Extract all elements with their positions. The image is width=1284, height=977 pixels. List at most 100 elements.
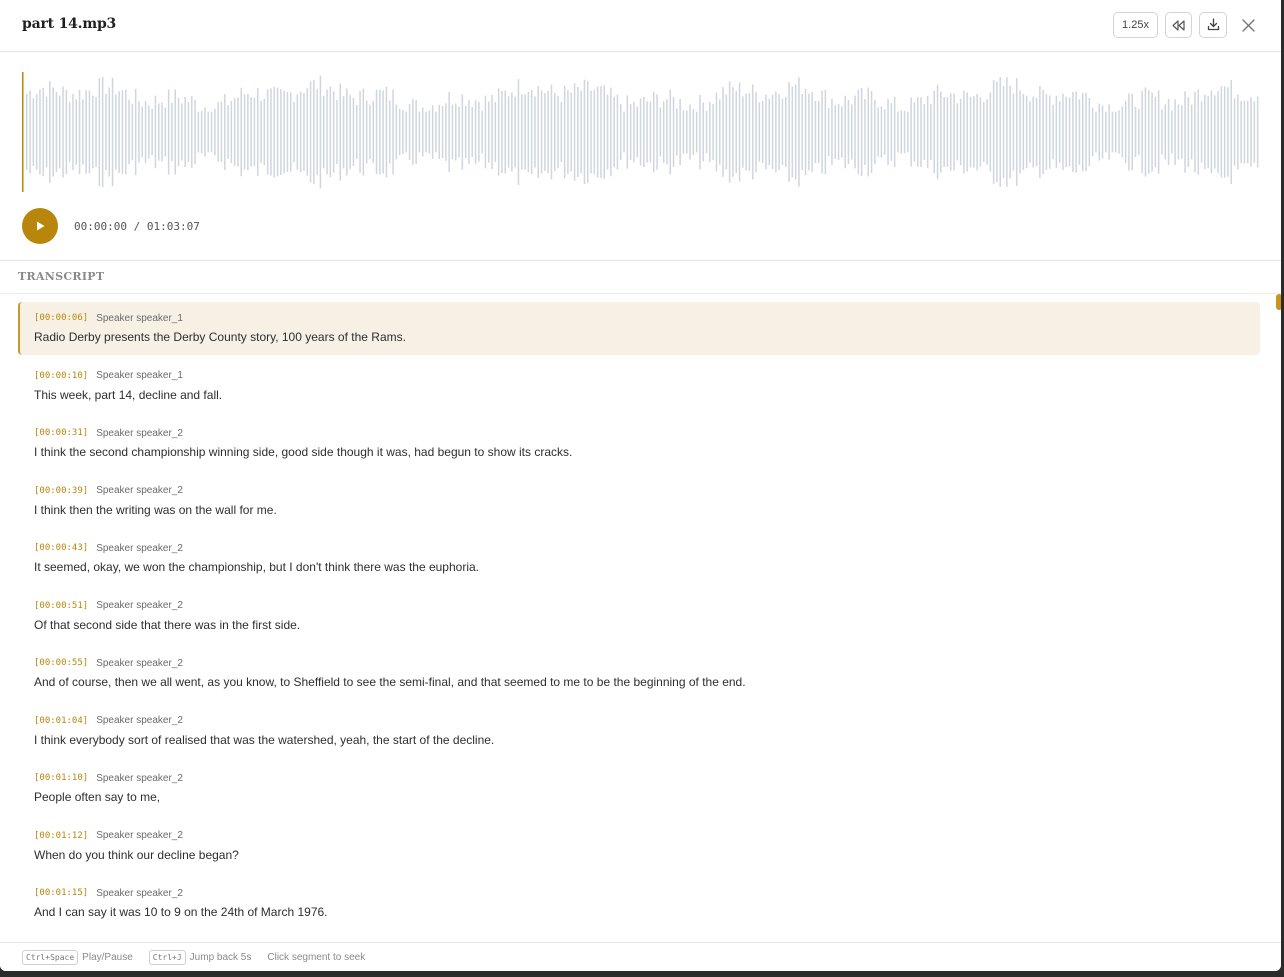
waveform-bar [323,95,325,169]
waveform-bar [557,95,559,169]
scrollbar-thumb[interactable] [1276,294,1281,310]
playhead-cursor[interactable] [22,72,24,192]
waveform-bar [517,79,520,185]
waveform-bar [115,94,117,170]
close-button[interactable] [1236,14,1260,38]
waveform-bar [973,96,975,168]
waveform-bar [257,87,259,177]
waveform-bar [220,101,223,163]
player-section: 00:00:00 / 01:03:07 [0,52,1281,261]
waveform-bar [296,94,299,170]
waveform-bar [306,88,308,176]
waveform-bar [319,75,322,189]
play-shortcut-key: Ctrl+Space [22,949,79,965]
waveform-bar [775,91,777,173]
time-readout: 00:00:00 / 01:03:07 [74,220,200,233]
waveform-bar [514,96,516,168]
waveform-bar [174,89,176,175]
transcript-segment[interactable]: [00:00:39] Speaker speaker_2 I think then … [18,475,1260,528]
waveform-bar [372,101,374,163]
waveform-bar [365,100,368,164]
waveform-bar [1111,111,1114,153]
waveform-bar [953,93,955,171]
transcript-segment[interactable]: [00:00:55] Speaker speaker_2 And of course… [18,647,1260,700]
rewind-button[interactable] [1165,12,1192,38]
play-button[interactable] [22,208,58,244]
waveform-bar [280,88,282,176]
transcript-segment[interactable]: [00:00:43] Speaker speaker_2 It seemed, ok… [18,532,1260,585]
waveform-bar [1207,95,1209,169]
transcript-segment[interactable]: [00:01:15] Speaker speaker_2 And I can say… [18,877,1260,930]
waveform-bar [237,97,239,167]
waveform-bar [732,87,734,177]
waveform-bar [243,94,246,170]
waveform-bar [735,91,737,173]
waveform-bar [676,108,678,156]
waveform-bar [959,98,962,166]
waveform-bar [230,101,233,164]
waveform-bar [666,99,668,165]
waveform-bar [1068,97,1071,167]
transcript-segment[interactable]: [00:00:51] Speaker speaker_2 Of that secon… [18,590,1260,643]
waveform-bar [550,84,553,180]
waveform-bar [39,89,41,175]
waveform-bar [923,104,926,160]
transcript-segment[interactable]: [00:00:10] Speaker speaker_1 This week, pa… [18,360,1260,413]
waveform-bar [785,97,787,167]
waveform-bar [672,97,675,167]
waveform-bar [930,103,932,161]
waveform-bar [369,104,371,160]
transcript-segment[interactable]: [00:01:04] Speaker speaker_2 I think every… [18,705,1260,758]
waveform-bar [1190,104,1193,160]
waveform-bar [55,92,58,172]
segment-timestamp: [00:00:39] [34,485,89,496]
waveform-bar [359,91,361,173]
waveform-bar [227,105,229,159]
close-icon [1241,17,1255,36]
waveform-bar [983,101,985,163]
waveform-bar [745,93,747,171]
waveform-bar [1230,80,1232,184]
waveform-bar [801,93,803,170]
waveform-bar [382,90,384,174]
transcript-segment[interactable]: [00:01:10] Speaker speaker_2 People often … [18,762,1260,815]
waveform-bar [445,103,447,161]
segment-meta: [00:00:43] Speaker speaker_2 [34,541,1260,555]
segment-timestamp: [00:00:51] [34,600,89,611]
waveform-bar [1210,90,1213,174]
waveform-bar [428,110,431,154]
waveform-bar [913,102,916,162]
waveform-bar [32,98,35,166]
waveform-bar [151,108,153,156]
waveform-bar [273,86,275,178]
playback-speed-button[interactable]: 1.25x [1113,12,1158,38]
waveform-bar [629,104,632,160]
waveform-bar [725,94,728,170]
waveform-bar [101,76,104,188]
waveform-bar [689,104,691,160]
waveform-bar [834,104,836,159]
transcript-segment[interactable]: [00:00:31] Speaker speaker_2 I think the s… [18,417,1260,470]
waveform-bar [999,77,1001,187]
waveform-bar [464,105,467,159]
segment-meta: [00:00:39] Speaker speaker_2 [34,484,1260,498]
transcript-segment[interactable]: [00:00:06] Speaker speaker_1 Radio Derby p… [18,302,1260,355]
waveform-bar [125,89,127,175]
waveform-bar [303,93,305,171]
transcript-segment[interactable]: [00:01:12] Speaker speaker_2 When do you t… [18,820,1260,873]
waveform-bar [702,102,704,162]
waveform-bar [283,90,285,174]
waveform-bar [474,100,477,164]
waveform-bar [488,101,490,163]
waveform-bar [501,90,503,174]
waveform-bar [1164,104,1166,160]
waveform-bar [309,81,312,183]
waveform-bar [857,89,860,175]
download-button[interactable] [1199,12,1227,38]
waveform-bar [969,96,972,168]
waveform-seek-bar[interactable] [22,72,1262,192]
waveform-bar [187,102,190,162]
waveform-bar [1091,107,1094,157]
waveform-bar [497,88,500,176]
waveform-bar [1223,86,1226,178]
